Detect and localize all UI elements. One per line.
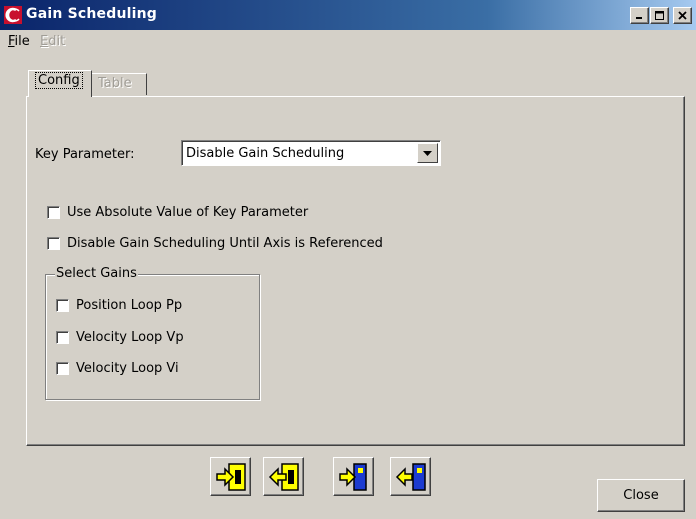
checkbox-box[interactable] [56, 331, 69, 344]
checkbox-label: Disable Gain Scheduling Until Axis is Re… [67, 236, 383, 251]
crane-logo-icon [4, 6, 22, 24]
export-from-file-icon [395, 462, 426, 491]
maximize-icon [654, 10, 664, 20]
export-from-drive-button[interactable] [263, 457, 304, 496]
minimize-button[interactable] [630, 7, 649, 24]
import-into-file-icon [338, 462, 367, 491]
checkbox-label: Velocity Loop Vp [76, 330, 184, 345]
select-gains-title: Select Gains [55, 266, 138, 281]
gain-scheduling-window: Gain Scheduling File Edit Config Table K… [0, 0, 696, 519]
title-bar[interactable]: Gain Scheduling [0, 0, 696, 30]
menu-edit[interactable]: Edit [40, 34, 65, 49]
disable-until-referenced-checkbox[interactable]: Disable Gain Scheduling Until Axis is Re… [47, 236, 383, 251]
checkbox-label: Position Loop Pp [76, 298, 183, 313]
velocity-loop-vi-checkbox[interactable]: Velocity Loop Vi [56, 361, 179, 376]
velocity-loop-vp-checkbox[interactable]: Velocity Loop Vp [56, 330, 184, 345]
checkbox-box[interactable] [56, 362, 69, 375]
key-parameter-value: Disable Gain Scheduling [186, 146, 345, 161]
menu-file[interactable]: File [8, 34, 30, 49]
chevron-down-icon [423, 150, 432, 156]
maximize-button[interactable] [650, 7, 669, 24]
key-parameter-label: Key Parameter: [35, 147, 135, 162]
key-parameter-dropdown[interactable]: Disable Gain Scheduling [181, 140, 441, 166]
export-from-drive-icon [268, 462, 299, 491]
use-absolute-value-checkbox[interactable]: Use Absolute Value of Key Parameter [47, 205, 308, 220]
export-from-file-button[interactable] [390, 457, 431, 496]
window-title: Gain Scheduling [26, 6, 157, 22]
checkbox-box[interactable] [47, 237, 60, 250]
import-into-drive-button[interactable] [210, 457, 251, 496]
import-into-drive-icon [215, 462, 246, 491]
checkbox-label: Velocity Loop Vi [76, 361, 179, 376]
dropdown-arrow-button[interactable] [417, 143, 438, 163]
checkbox-box[interactable] [56, 299, 69, 312]
close-button[interactable]: Close [597, 479, 685, 512]
close-window-button[interactable] [673, 7, 692, 24]
position-loop-pp-checkbox[interactable]: Position Loop Pp [56, 298, 182, 313]
tab-config[interactable]: Config [28, 70, 92, 97]
tab-config-label: Config [35, 72, 83, 89]
import-into-file-button[interactable] [333, 457, 374, 496]
menu-edit-rest: dit [48, 34, 66, 49]
menu-edit-accel: E [40, 34, 49, 49]
menu-bar: File Edit [0, 30, 696, 54]
close-button-label: Close [623, 488, 659, 503]
tab-table[interactable]: Table [91, 73, 147, 95]
checkbox-box[interactable] [47, 206, 60, 219]
minimize-icon [636, 17, 642, 19]
checkbox-label: Use Absolute Value of Key Parameter [67, 205, 309, 220]
close-icon [677, 10, 687, 20]
tab-table-label: Table [98, 76, 132, 91]
menu-file-rest: ile [14, 34, 30, 49]
